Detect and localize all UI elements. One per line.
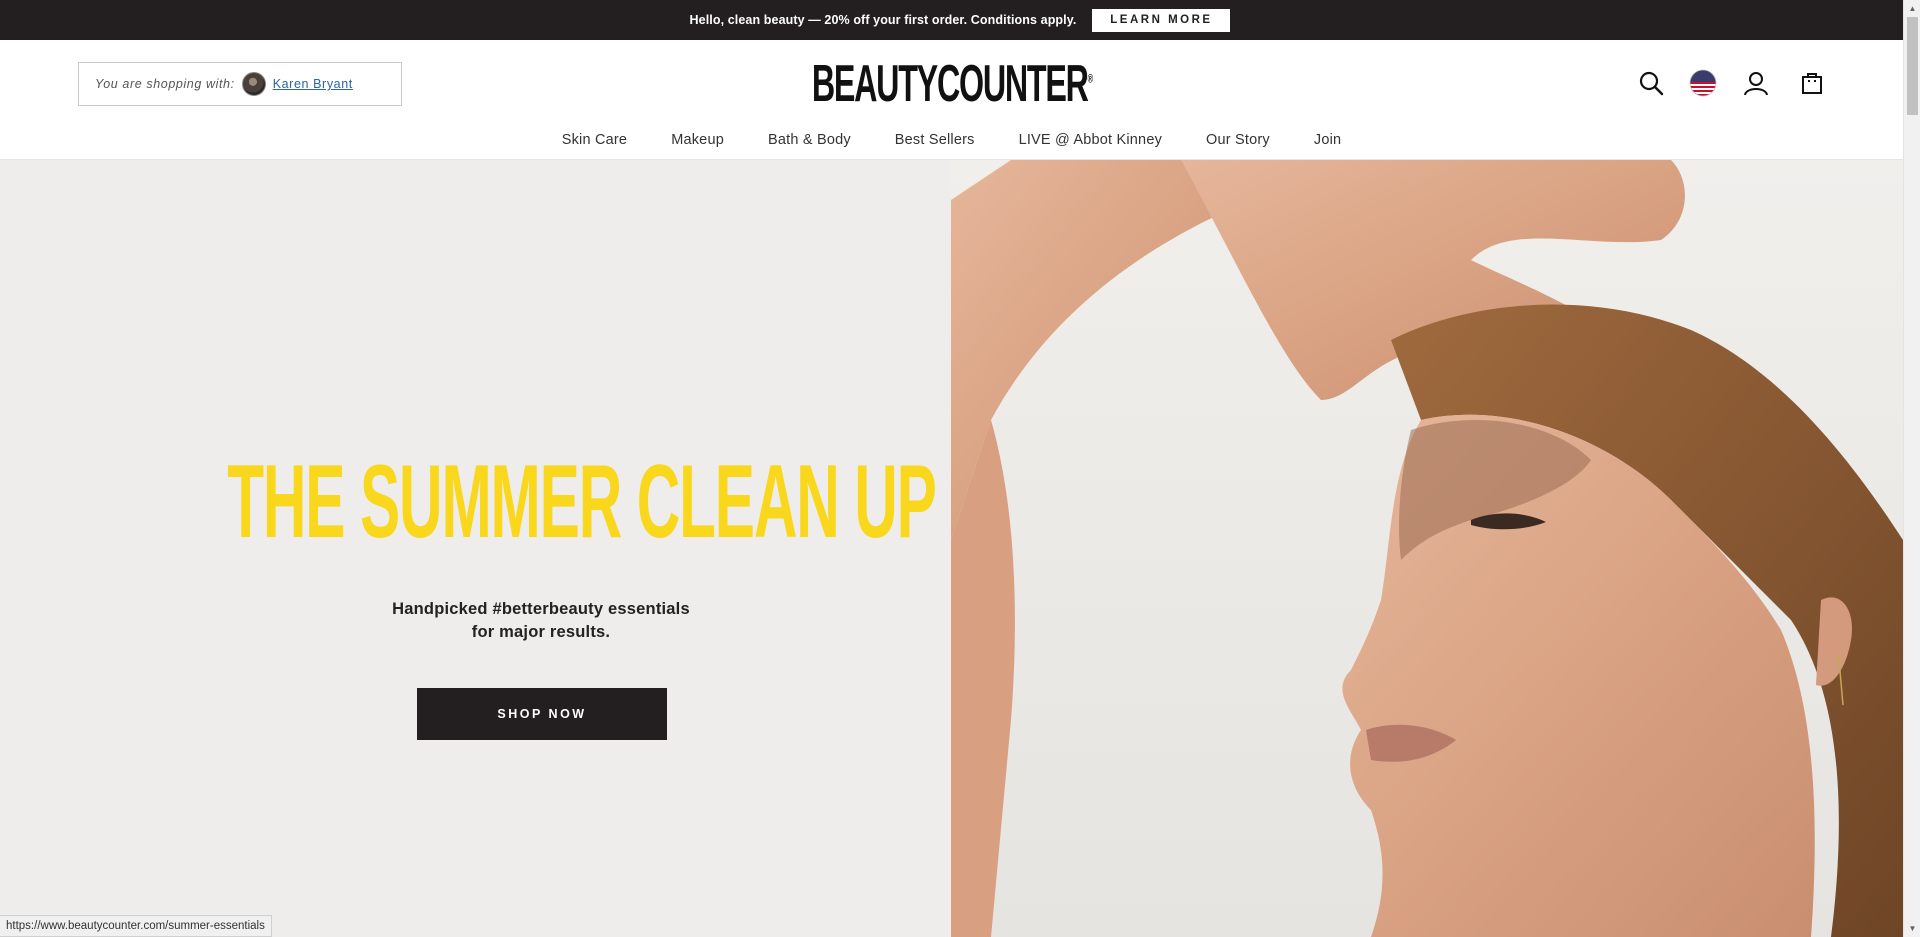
account-icon[interactable] — [1741, 68, 1771, 98]
page-scrollbar[interactable]: ▲ ▼ — [1903, 0, 1920, 937]
scroll-thumb[interactable] — [1907, 17, 1918, 115]
shop-now-button[interactable]: SHOP NOW — [417, 688, 667, 740]
hero-subtitle: Handpicked #betterbeauty essentials for … — [341, 598, 741, 644]
hero-banner: THE SUMMER CLEAN UP Handpicked #betterbe… — [0, 160, 1903, 937]
page: Hello, clean beauty — 20% off your first… — [0, 0, 1920, 937]
nav-item-live-abbot-kinney[interactable]: LIVE @ Abbot Kinney — [997, 132, 1184, 154]
promo-text: Hello, clean beauty — 20% off your first… — [689, 13, 1077, 27]
site-header: You are shopping with: Karen Bryant BEAU… — [0, 40, 1903, 160]
shopping-bag-icon[interactable] — [1797, 68, 1827, 98]
main-nav: Skin Care Makeup Bath & Body Best Seller… — [0, 132, 1903, 154]
scroll-up-arrow-icon[interactable]: ▲ — [1904, 0, 1920, 17]
hero-subtitle-line1: Handpicked #betterbeauty essentials — [392, 600, 690, 618]
us-flag-icon[interactable] — [1688, 68, 1718, 98]
search-icon[interactable] — [1636, 68, 1666, 98]
hero-subtitle-line2: for major results. — [471, 623, 611, 641]
nav-item-join[interactable]: Join — [1292, 132, 1363, 154]
hero-text-panel: THE SUMMER CLEAN UP Handpicked #betterbe… — [0, 160, 951, 937]
nav-item-skin-care[interactable]: Skin Care — [540, 132, 649, 154]
nav-item-our-story[interactable]: Our Story — [1184, 132, 1292, 154]
scroll-down-arrow-icon[interactable]: ▼ — [1904, 920, 1920, 937]
nav-item-bath-body[interactable]: Bath & Body — [746, 132, 873, 154]
header-icons — [0, 68, 1903, 98]
hero-image[interactable] — [951, 160, 1903, 937]
status-bar-url: https://www.beautycounter.com/summer-ess… — [0, 915, 272, 937]
nav-item-best-sellers[interactable]: Best Sellers — [873, 132, 997, 154]
hero-title: THE SUMMER CLEAN UP — [227, 444, 937, 560]
learn-more-button[interactable]: LEARN MORE — [1092, 8, 1231, 32]
promo-bar: Hello, clean beauty — 20% off your first… — [0, 0, 1920, 40]
nav-item-makeup[interactable]: Makeup — [649, 132, 746, 154]
